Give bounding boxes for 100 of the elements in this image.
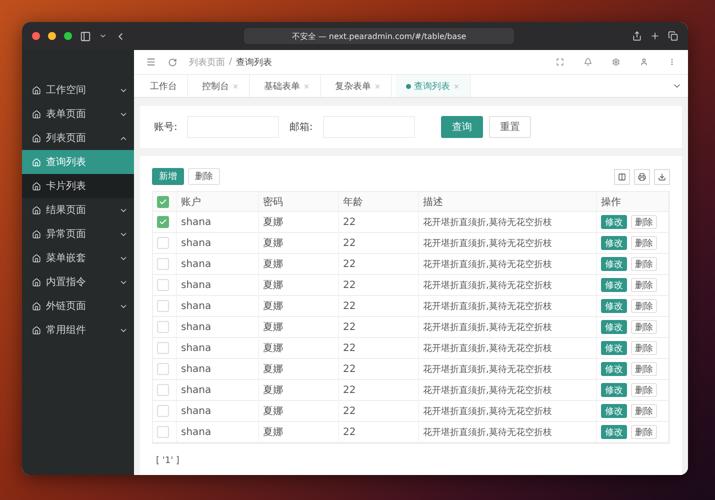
table-cell: 22 (339, 296, 419, 317)
table-cell: shana (177, 275, 259, 296)
table-cell: 夏娜 (259, 296, 339, 317)
table-cell: 22 (339, 359, 419, 380)
table-cell: 花开堪折直须折,莫待无花空折枝 (419, 254, 597, 275)
table-cell: 夏娜 (259, 212, 339, 233)
table-cell: 夏娜 (259, 401, 339, 422)
sidebar-item[interactable]: 内置指令 (22, 270, 134, 294)
sidebar-item[interactable]: 表单页面 (22, 102, 134, 126)
breadcrumb-link[interactable]: 查询列表 (236, 56, 272, 68)
table-cell: 夏娜 (259, 275, 339, 296)
row-action-button[interactable]: 删除 (631, 425, 657, 439)
new-tab-icon[interactable] (650, 31, 660, 41)
column-header: 描述 (419, 192, 597, 212)
close-window-icon[interactable] (32, 32, 40, 40)
sidebar-item[interactable]: 结果页面 (22, 198, 134, 222)
check-icon (159, 218, 167, 226)
home-icon (32, 158, 41, 166)
row-action-button[interactable]: 修改 (601, 299, 627, 313)
table-cell: 22 (339, 275, 419, 296)
row-action-button[interactable]: 删除 (631, 215, 657, 229)
table-cell: 22 (339, 422, 419, 443)
row-action-button[interactable]: 删除 (631, 278, 657, 292)
user-icon[interactable] (640, 58, 648, 66)
zoom-window-icon[interactable] (64, 32, 72, 40)
column-header: 密码 (259, 192, 339, 212)
print-icon[interactable] (634, 168, 650, 184)
row-action-button[interactable]: 删除 (631, 404, 657, 418)
row-action-button[interactable]: 删除 (631, 362, 657, 376)
bell-icon[interactable] (584, 58, 592, 66)
minimize-window-icon[interactable] (48, 32, 56, 40)
row-action-button[interactable]: 修改 (601, 236, 627, 250)
chevron-down-icon[interactable] (99, 32, 107, 40)
row-action-button[interactable]: 修改 (601, 215, 627, 229)
sidebar-item[interactable]: 外链页面 (22, 294, 134, 318)
table-cell: 22 (339, 317, 419, 338)
table-cell: shana (177, 380, 259, 401)
table-cell: 22 (339, 212, 419, 233)
address-bar[interactable]: 不安全 — next.pearadmin.com/#/table/base (244, 28, 514, 44)
row-action-button[interactable]: 修改 (601, 383, 627, 397)
row-action-button[interactable]: 删除 (631, 320, 657, 334)
form-button[interactable]: 查询 (440, 116, 483, 138)
row-action-button[interactable]: 删除 (631, 341, 657, 355)
sidebar-item[interactable]: 列表页面 (22, 126, 134, 150)
table-cell: 夏娜 (259, 338, 339, 359)
row-action-button[interactable]: 修改 (601, 362, 627, 376)
table-cell: 夏娜 (259, 254, 339, 275)
tabs-overview-icon[interactable] (668, 31, 678, 41)
table-cell: 花开堪折直须折,莫待无花空折枝 (419, 233, 597, 254)
sidebar-item[interactable]: 工作空间 (22, 78, 134, 102)
table-footer-text: [ '1' ] (155, 455, 180, 468)
sidebar-item[interactable]: 常用组件 (22, 318, 134, 342)
sidebar-item[interactable]: 菜单嵌套 (22, 246, 134, 270)
table-cell: 花开堪折直须折,莫待无花空折枝 (419, 380, 597, 401)
sidebar-item[interactable]: 异常页面 (22, 222, 134, 246)
home-icon (32, 254, 41, 262)
row-action-button[interactable]: 修改 (601, 278, 627, 292)
table-cell: shana (177, 212, 259, 233)
toolbar-button[interactable]: 新增 (152, 168, 184, 185)
checkbox[interactable] (157, 216, 169, 228)
table-cell: shana (177, 359, 259, 380)
checkbox[interactable] (157, 196, 169, 208)
export-icon[interactable] (654, 168, 670, 184)
refresh-icon[interactable] (168, 58, 177, 66)
menu-icon[interactable] (146, 57, 156, 67)
sidebar-toggle-icon[interactable] (80, 30, 91, 42)
row-action-button[interactable]: 删除 (631, 383, 657, 397)
row-action-button[interactable]: 删除 (631, 236, 657, 250)
table-cell: shana (177, 338, 259, 359)
fullscreen-icon[interactable] (556, 58, 564, 66)
row-action-button[interactable]: 删除 (631, 299, 657, 313)
home-icon (32, 134, 41, 142)
toolbar-button[interactable]: 删除 (188, 168, 220, 185)
table-cell: 花开堪折直须折,莫待无花空折枝 (419, 317, 597, 338)
row-action-button[interactable]: 修改 (601, 320, 627, 334)
row-action-button[interactable]: 修改 (601, 404, 627, 418)
columns-icon[interactable] (614, 168, 630, 184)
table-cell: 22 (339, 233, 419, 254)
home-icon (32, 278, 41, 286)
column-header: 年龄 (339, 192, 419, 212)
table-cell: 花开堪折直须折,莫待无花空折枝 (419, 296, 597, 317)
settings-icon[interactable] (612, 58, 620, 66)
row-action-button[interactable]: 修改 (601, 257, 627, 271)
table-cell: 22 (339, 338, 419, 359)
check-icon (159, 198, 167, 206)
page-tab[interactable]: 查询列表 (396, 75, 471, 97)
row-action-button[interactable]: 修改 (601, 341, 627, 355)
row-action-button[interactable]: 修改 (601, 425, 627, 439)
form-button[interactable]: 重置 (488, 116, 531, 138)
row-action-button[interactable]: 删除 (631, 257, 657, 271)
table-cell: 花开堪折直须折,莫待无花空折枝 (419, 338, 597, 359)
table-cell: 花开堪折直须折,莫待无花空折枝 (419, 401, 597, 422)
sidebar-item[interactable]: 卡片列表 (22, 174, 134, 198)
table-cell: 22 (339, 380, 419, 401)
table-cell: 夏娜 (259, 422, 339, 443)
table-cell: shana (177, 254, 259, 275)
share-icon[interactable] (632, 31, 642, 41)
table-cell: shana (177, 317, 259, 338)
table-cell: 夏娜 (259, 380, 339, 401)
sidebar-item[interactable]: 查询列表 (22, 150, 134, 174)
